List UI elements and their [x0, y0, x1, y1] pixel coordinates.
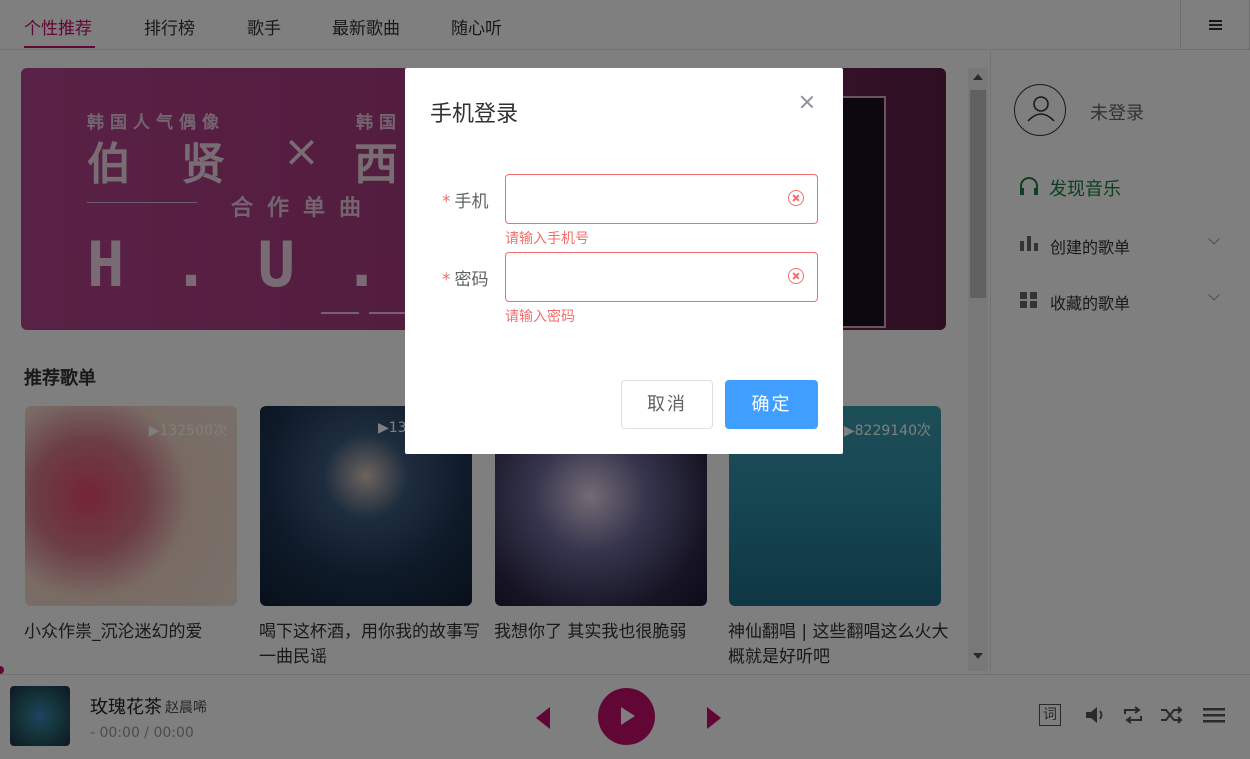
password-input[interactable]	[505, 252, 818, 302]
phone-label-text: 手机	[454, 192, 489, 212]
clear-icon[interactable]	[788, 268, 804, 284]
confirm-button[interactable]: 确定	[725, 380, 818, 429]
phone-error: 请输入手机号	[505, 231, 589, 247]
login-dialog: 手机登录 * 手机 请输入手机号 * 密码 请输入密码 取消 确定	[405, 68, 843, 454]
password-label: * 密码	[442, 265, 489, 290]
password-error: 请输入密码	[505, 309, 575, 325]
required-mark: *	[442, 270, 451, 290]
close-icon[interactable]	[797, 92, 817, 112]
phone-label: * 手机	[442, 187, 489, 212]
password-label-text: 密码	[454, 270, 489, 290]
required-mark: *	[442, 192, 451, 212]
clear-icon[interactable]	[788, 190, 804, 206]
cancel-button[interactable]: 取消	[621, 380, 713, 429]
dialog-title: 手机登录	[430, 102, 519, 127]
phone-input[interactable]	[505, 174, 818, 224]
